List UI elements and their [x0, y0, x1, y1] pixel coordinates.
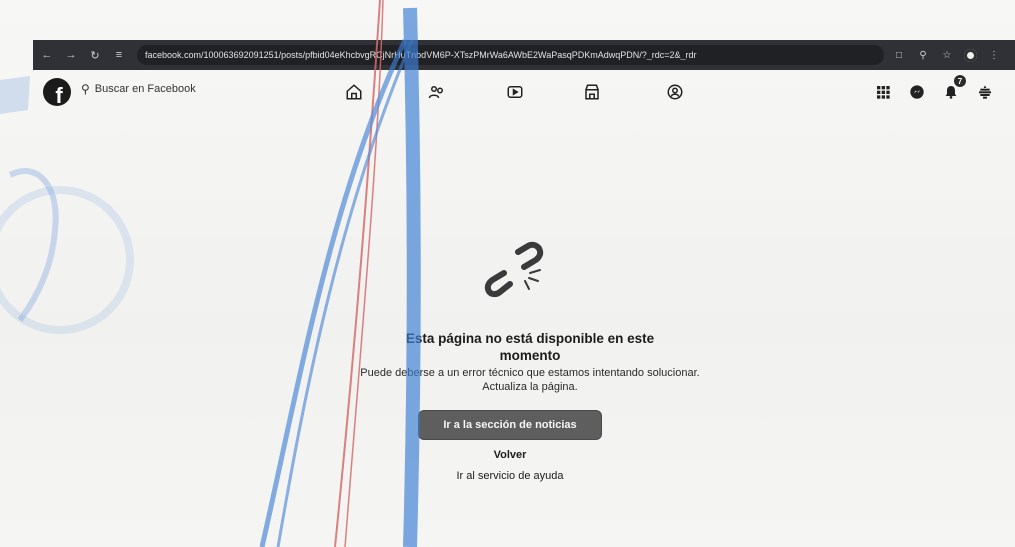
- messenger-icon[interactable]: [905, 80, 929, 104]
- notifications-icon[interactable]: 7: [939, 75, 966, 104]
- zoom-icon[interactable]: ⚲: [916, 48, 930, 62]
- search-box[interactable]: ⚲ Buscar en Facebook: [81, 82, 196, 96]
- video-icon[interactable]: [503, 80, 527, 104]
- facebook-logo[interactable]: f: [43, 78, 71, 106]
- forward-arrow-icon[interactable]: →: [61, 45, 81, 65]
- error-title: Esta página no está disponible en este m…: [405, 331, 655, 363]
- help-center-link[interactable]: Ir al servicio de ayuda: [430, 470, 590, 482]
- open-in-app-icon[interactable]: □: [892, 48, 906, 62]
- site-settings-icon[interactable]: ≡: [109, 45, 129, 65]
- friends-icon[interactable]: [425, 80, 449, 104]
- reload-icon[interactable]: ↻: [85, 45, 105, 65]
- home-icon[interactable]: [342, 80, 366, 104]
- profile-icon[interactable]: [964, 48, 977, 62]
- logo-letter: f: [55, 83, 63, 106]
- url-text: facebook.com/100063692091251/posts/pfbid…: [145, 50, 697, 60]
- back-link[interactable]: Volver: [460, 449, 560, 461]
- menu-grid-icon[interactable]: [871, 80, 895, 104]
- search-icon: ⚲: [81, 82, 90, 96]
- go-to-news-feed-label: Ir a la sección de noticias: [443, 419, 577, 431]
- go-to-news-feed-button[interactable]: Ir a la sección de noticias: [419, 411, 601, 439]
- menu-icon[interactable]: ⋮: [987, 48, 1001, 62]
- groups-icon[interactable]: [663, 80, 687, 104]
- back-arrow-icon[interactable]: ←: [37, 45, 57, 65]
- bookmark-star-icon[interactable]: ☆: [940, 48, 954, 62]
- broken-link-icon: [480, 240, 550, 310]
- notification-badge: 7: [954, 75, 966, 87]
- account-icon[interactable]: [973, 80, 997, 104]
- browser-toolbar: ← → ↻ ≡ facebook.com/100063692091251/pos…: [33, 40, 1015, 70]
- error-description: Puede deberse a un error técnico que est…: [360, 367, 700, 393]
- search-input[interactable]: Buscar en Facebook: [95, 83, 196, 95]
- address-bar[interactable]: facebook.com/100063692091251/posts/pfbid…: [137, 45, 884, 65]
- marketplace-icon[interactable]: [580, 80, 604, 104]
- facebook-header: f ⚲ Buscar en Facebook 7: [33, 72, 1015, 112]
